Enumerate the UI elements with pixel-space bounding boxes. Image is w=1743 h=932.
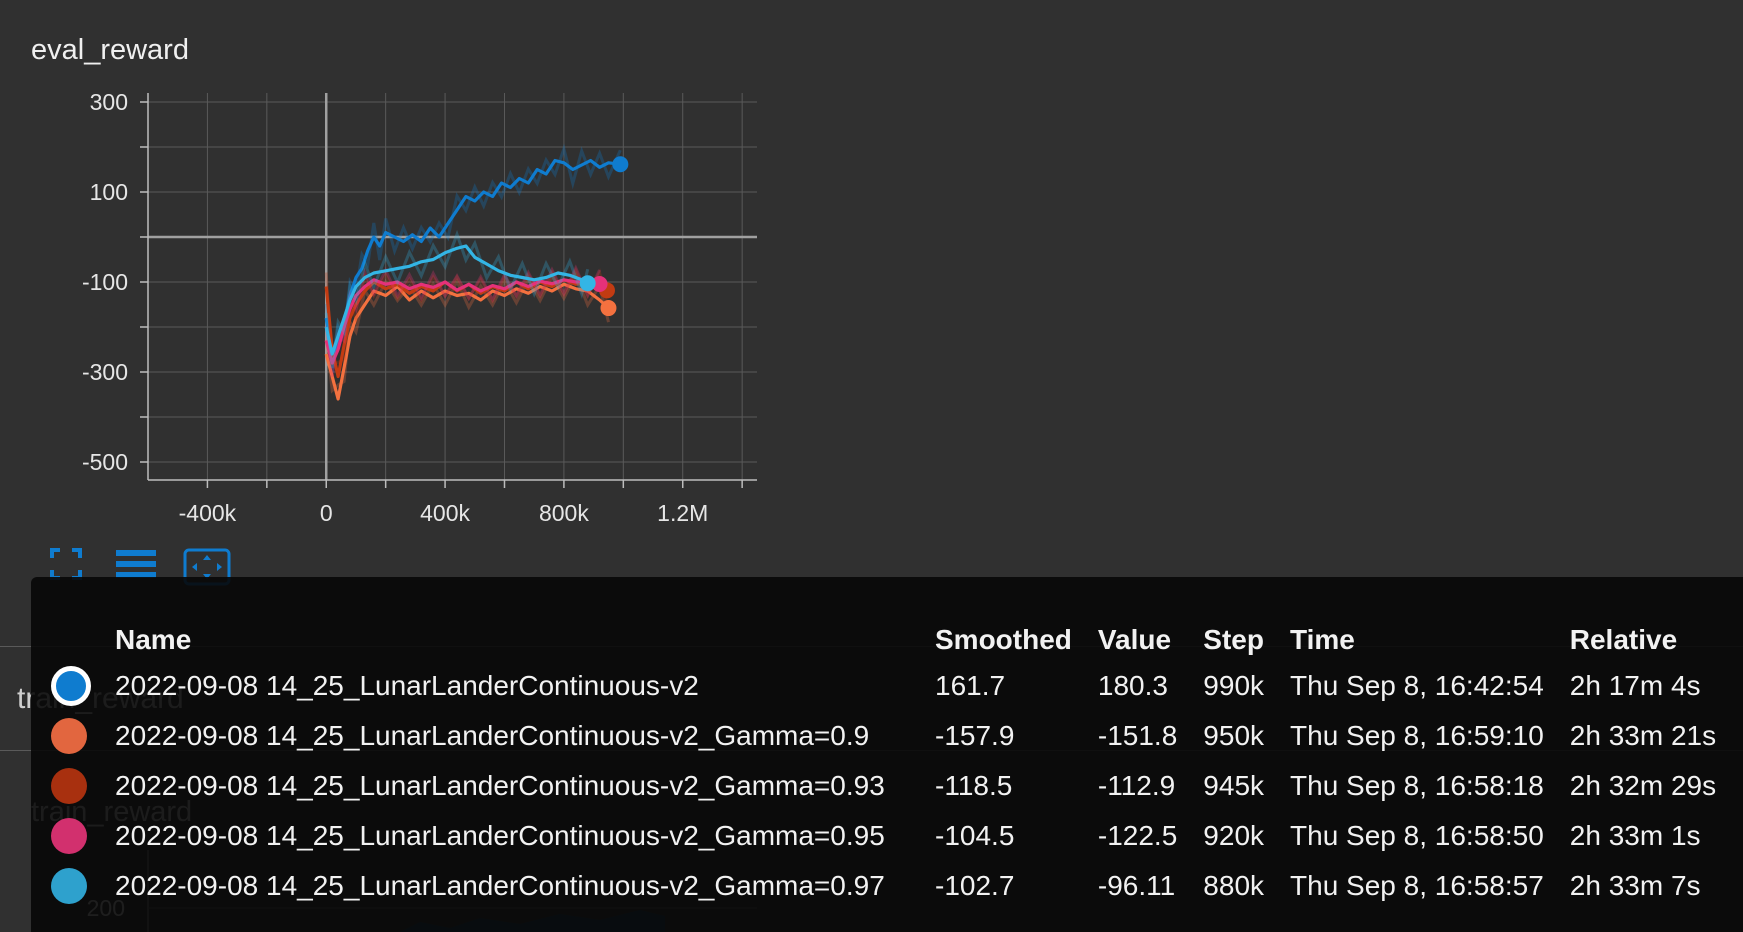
tooltip-header-step: Step <box>1203 624 1264 655</box>
run-name: 2022-09-08 14_25_LunarLanderContinuous-v… <box>115 670 699 701</box>
x-tick-label: 1.2M <box>657 500 708 526</box>
chart-axes: -400k 0 400k 800k 1.2M 300 100 -100 -300 -500 <box>82 89 757 526</box>
tooltip-header-swatch <box>51 619 115 661</box>
smoothed-value: -102.7 <box>935 870 1015 901</box>
raw-value: 180.3 <box>1097 670 1168 701</box>
run-color-swatch <box>51 718 87 754</box>
y-tick-label: 100 <box>90 179 128 205</box>
relative-value: 2h 32m 29s <box>1569 770 1717 801</box>
chart-series <box>324 143 622 401</box>
run-color-swatch <box>51 868 87 904</box>
chart-title: eval_reward <box>31 34 189 66</box>
run-name: 2022-09-08 14_25_LunarLanderContinuous-v… <box>115 820 885 851</box>
tooltip-header-smoothed: Smoothed <box>935 624 1072 655</box>
y-tick-label: 300 <box>90 89 128 115</box>
relative-value: 2h 17m 4s <box>1569 670 1701 701</box>
run-name: 2022-09-08 14_25_LunarLanderContinuous-v… <box>115 720 870 751</box>
y-tick-label: -300 <box>82 359 128 385</box>
series-end-marker <box>612 156 629 173</box>
tooltip-row: 2022-09-08 14_25_LunarLanderContinuous-v… <box>51 861 1742 911</box>
series-raw-line <box>324 143 622 373</box>
x-tick-label: 400k <box>420 500 470 526</box>
x-tick-label: 800k <box>539 500 589 526</box>
step-value: 990k <box>1203 670 1265 701</box>
time-value: Thu Sep 8, 16:59:10 <box>1290 720 1544 751</box>
relative-value: 2h 33m 21s <box>1569 720 1717 751</box>
run-color-swatch <box>51 818 87 854</box>
step-value: 920k <box>1203 820 1265 851</box>
time-value: Thu Sep 8, 16:58:18 <box>1290 770 1544 801</box>
time-value: Thu Sep 8, 16:58:57 <box>1290 870 1544 901</box>
tooltip-header-name: Name <box>115 624 192 655</box>
smoothed-value: -118.5 <box>935 770 1013 801</box>
run-name: 2022-09-08 14_25_LunarLanderContinuous-v… <box>115 770 885 801</box>
relative-value: 2h 33m 7s <box>1569 870 1701 901</box>
tooltip-header-row: Name Smoothed Value Step Time Relative <box>51 619 1742 661</box>
tooltip-row: 2022-09-08 14_25_LunarLanderContinuous-v… <box>51 711 1742 761</box>
tooltip-header-relative: Relative <box>1569 624 1678 655</box>
smoothed-value: 161.7 <box>935 670 1006 701</box>
raw-value: -112.9 <box>1097 770 1176 801</box>
y-tick-label: -100 <box>82 269 128 295</box>
run-color-swatch <box>51 768 87 804</box>
x-tick-label: -400k <box>179 500 237 526</box>
step-value: 945k <box>1203 770 1265 801</box>
data-tooltip: Name Smoothed Value Step Time Relative 2… <box>31 577 1743 932</box>
raw-value: -151.8 <box>1097 720 1178 751</box>
smoothed-value: -104.5 <box>935 820 1015 851</box>
tooltip-header-time: Time <box>1290 624 1355 655</box>
time-value: Thu Sep 8, 16:58:50 <box>1290 820 1544 851</box>
tooltip-row: 2022-09-08 14_25_LunarLanderContinuous-v… <box>51 661 1742 711</box>
fullscreen-icon[interactable] <box>50 548 82 580</box>
series-end-marker <box>579 275 596 292</box>
tooltip-header-value: Value <box>1097 624 1172 655</box>
time-value: Thu Sep 8, 16:42:54 <box>1290 670 1544 701</box>
run-name: 2022-09-08 14_25_LunarLanderContinuous-v… <box>115 870 885 901</box>
raw-value: -96.11 <box>1097 870 1176 901</box>
series-end-marker <box>600 300 617 317</box>
line-chart[interactable]: -400k 0 400k 800k 1.2M 300 100 -100 -300 -500 <box>0 80 780 540</box>
run-color-swatch <box>51 666 91 706</box>
step-value: 950k <box>1203 720 1265 751</box>
y-tick-label: -500 <box>82 449 128 475</box>
step-value: 880k <box>1203 870 1265 901</box>
x-tick-label: 0 <box>320 500 333 526</box>
smoothed-value: -157.9 <box>935 720 1015 751</box>
tooltip-table: Name Smoothed Value Step Time Relative 2… <box>51 619 1742 911</box>
tooltip-row: 2022-09-08 14_25_LunarLanderContinuous-v… <box>51 811 1742 861</box>
raw-value: -122.5 <box>1097 820 1178 851</box>
relative-value: 2h 33m 1s <box>1569 820 1701 851</box>
tooltip-row: 2022-09-08 14_25_LunarLanderContinuous-v… <box>51 761 1742 811</box>
